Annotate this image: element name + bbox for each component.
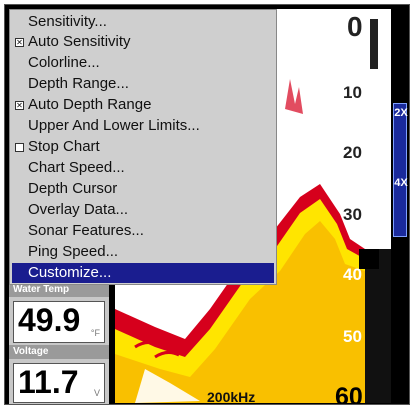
- voltage-value: 11.7: [18, 364, 79, 400]
- depth-label-20: 20: [343, 143, 362, 162]
- depth-label-10: 10: [343, 83, 362, 102]
- voltage-title: Voltage: [9, 345, 109, 359]
- zoom-4x-label: 4X: [394, 177, 408, 189]
- depth-label-30: 30: [343, 205, 362, 224]
- menu-item-customize[interactable]: Customize...: [12, 263, 274, 283]
- sonar-screen: 0 10 20 30 40 50 60 200kHz 2X 4X Water T…: [4, 4, 410, 405]
- menu-item-colorline[interactable]: Colorline...: [12, 53, 274, 73]
- menu-item-label: Customize...: [28, 264, 112, 281]
- menu-item-depth-range[interactable]: Depth Range...: [12, 74, 274, 94]
- menu-item-chart-speed[interactable]: Chart Speed...: [12, 158, 274, 178]
- zoom-bar[interactable]: 2X 4X: [393, 103, 408, 237]
- menu-item-label: Stop Chart: [28, 138, 100, 155]
- menu-item-auto-depth-range[interactable]: ✕ Auto Depth Range: [12, 95, 274, 115]
- checkbox-checked-icon[interactable]: ✕: [15, 38, 24, 47]
- menu-item-label: Colorline...: [28, 54, 100, 71]
- menu-item-sonar-features[interactable]: Sonar Features...: [12, 221, 274, 241]
- voltage-unit: V: [93, 388, 100, 398]
- menu-item-overlay-data[interactable]: Overlay Data...: [12, 200, 274, 220]
- menu-item-label: Sensitivity...: [28, 13, 107, 30]
- menu-item-label: Upper And Lower Limits...: [28, 117, 200, 134]
- menu-item-label: Chart Speed...: [28, 159, 125, 176]
- voltage-value-box: 11.7 V: [13, 363, 105, 403]
- depth-label-40: 40: [343, 265, 362, 284]
- menu-item-label: Ping Speed...: [28, 243, 119, 260]
- menu-item-label: Sonar Features...: [28, 222, 144, 239]
- menu-item-upper-lower-limits[interactable]: Upper And Lower Limits...: [12, 116, 274, 136]
- voltage-box: Voltage 11.7 V: [9, 345, 109, 404]
- frequency-label: 200kHz: [207, 389, 256, 403]
- menu-item-label: Depth Cursor: [28, 180, 118, 197]
- zoom-2x-label: 2X: [394, 107, 408, 119]
- menu-item-label: Overlay Data...: [28, 201, 129, 218]
- water-temp-box: Water Temp 49.9 °F: [9, 283, 109, 347]
- menu-item-sensitivity[interactable]: Sensitivity...: [12, 12, 274, 32]
- menu-item-depth-cursor[interactable]: Depth Cursor: [12, 179, 274, 199]
- water-temp-unit: °F: [90, 328, 100, 338]
- water-temp-value: 49.9: [18, 302, 81, 338]
- menu-item-label: Depth Range...: [28, 75, 129, 92]
- depth-label-50: 50: [343, 327, 362, 346]
- depth-label-0: 0: [347, 11, 363, 42]
- checkbox-unchecked-icon[interactable]: [15, 143, 24, 152]
- depth-label-60: 60: [335, 383, 363, 403]
- water-temp-title: Water Temp: [9, 283, 109, 297]
- menu-item-label: Auto Sensitivity: [28, 33, 131, 50]
- checkbox-checked-icon[interactable]: ✕: [15, 101, 24, 110]
- water-temp-value-box: 49.9 °F: [13, 301, 105, 343]
- menu-item-ping-speed[interactable]: Ping Speed...: [12, 242, 274, 262]
- menu-item-label: Auto Depth Range: [28, 96, 152, 113]
- menu-item-auto-sensitivity[interactable]: ✕ Auto Sensitivity: [12, 32, 274, 52]
- sonar-menu: Sensitivity... ✕ Auto Sensitivity Colorli…: [9, 9, 277, 285]
- menu-item-stop-chart[interactable]: Stop Chart: [12, 137, 274, 157]
